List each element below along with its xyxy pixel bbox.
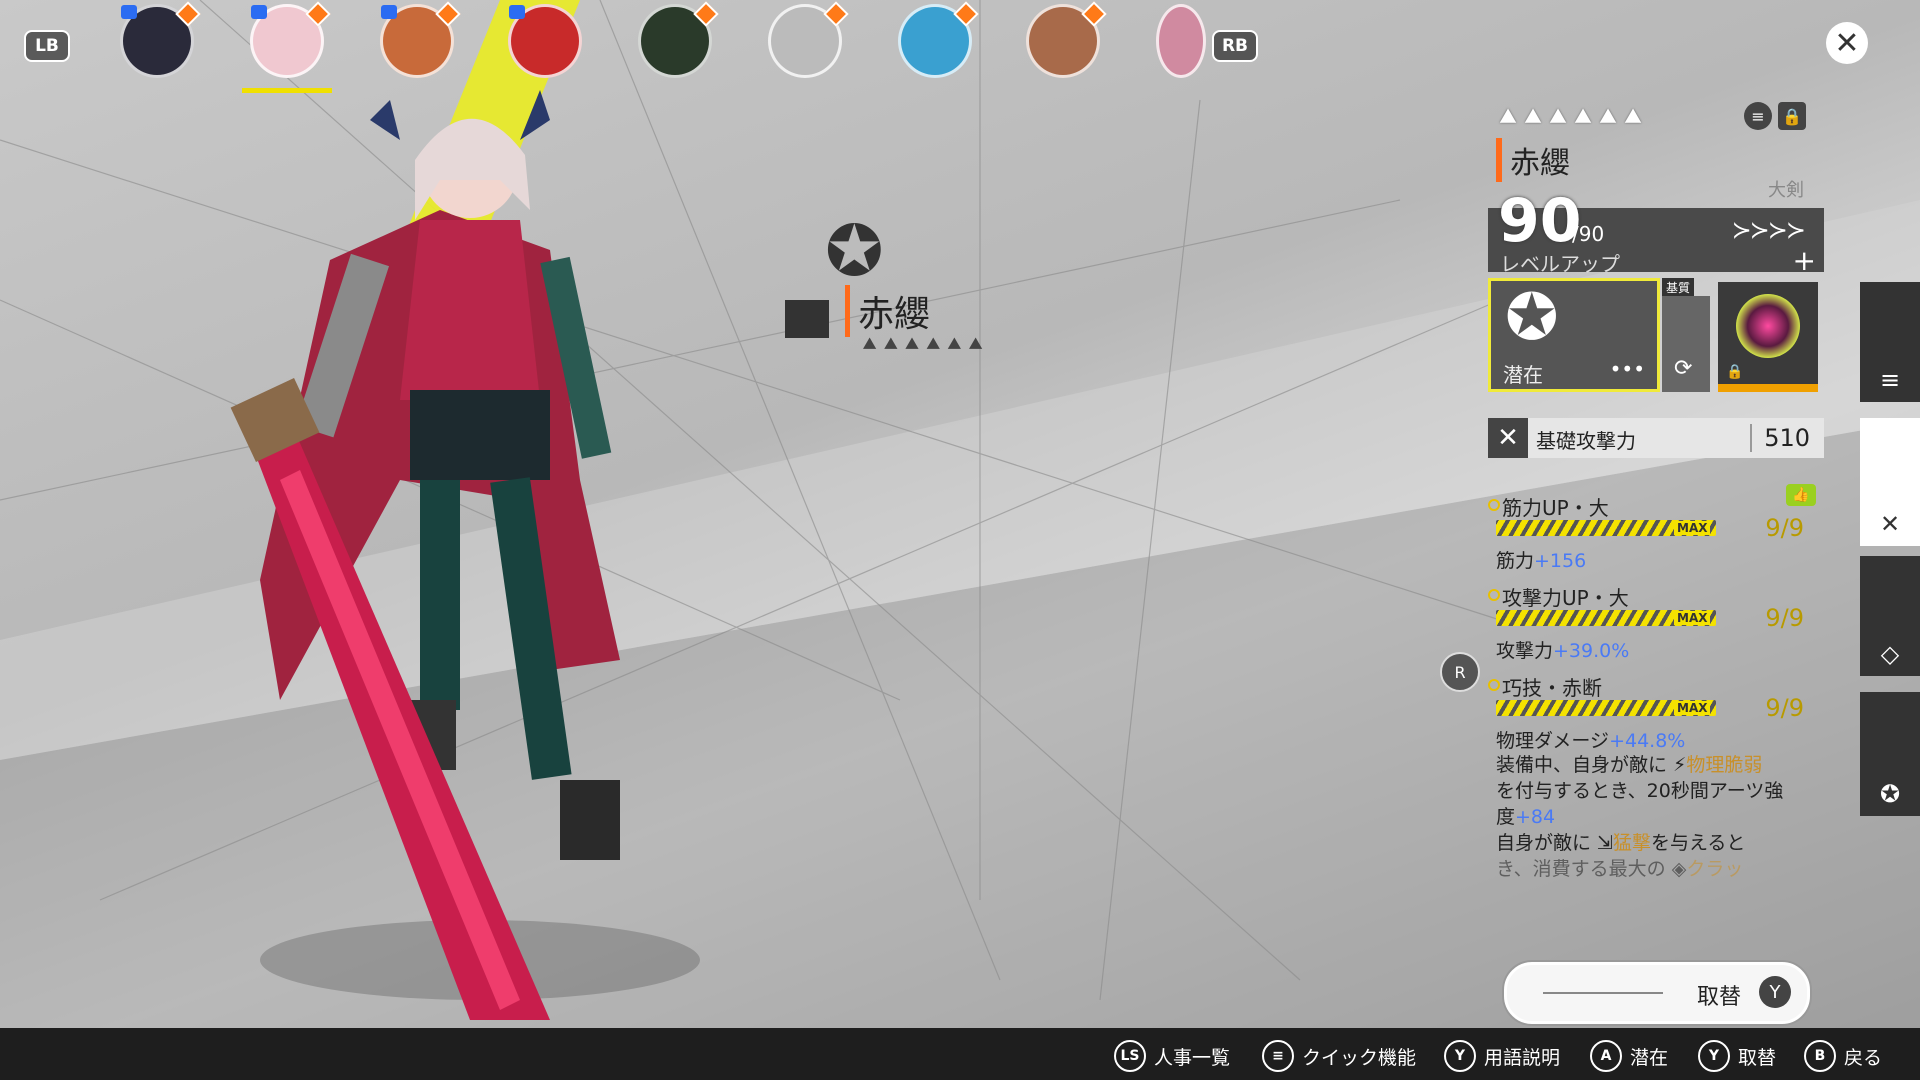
potential-label: 潜在 (1503, 363, 1543, 387)
weapon-type-label: 大剣 (1768, 180, 1804, 201)
hint-glossary[interactable]: Y 用語説明 (1444, 1040, 1560, 1072)
skill-title: 筋力UP・大 (1502, 496, 1609, 520)
max-badge: MAX (1674, 611, 1711, 625)
close-icon[interactable]: ✕ (1826, 22, 1868, 64)
breakthrough-icon: ≻≻≻≻ (1731, 216, 1806, 244)
base-attack-row: ✕ 基礎攻撃力 510 (1488, 418, 1824, 458)
bullet-icon (1488, 499, 1500, 511)
y-key-icon: Y (1444, 1040, 1476, 1072)
element-icon (823, 1, 849, 27)
potential-star-icon: ✪ (1505, 281, 1559, 355)
team-icon (251, 5, 267, 19)
element-icon (175, 1, 201, 27)
crossed-swords-icon: ✕ (1488, 418, 1528, 458)
essence-bar (1718, 384, 1818, 392)
y-key-icon: Y (1698, 1040, 1730, 1072)
weapon-type-icon (785, 300, 829, 338)
max-badge: MAX (1674, 521, 1711, 535)
hint-back[interactable]: B 戻る (1804, 1040, 1882, 1072)
menu-key-icon: ≡ (1262, 1040, 1294, 1072)
skill-count: 9/9 (1765, 694, 1804, 722)
a-key-icon: A (1590, 1040, 1622, 1072)
max-badge: MAX (1674, 701, 1711, 715)
level-max: /90 (1572, 222, 1605, 246)
base-tag: 基質 (1662, 278, 1695, 297)
level-up-label: レベルアップ (1500, 252, 1620, 276)
lock-icon: 🔒 (1726, 364, 1744, 380)
essence-orb-icon (1736, 294, 1800, 358)
weapon-icon: ✕ (1879, 510, 1901, 538)
more-icon[interactable]: ••• (1610, 357, 1645, 381)
element-icon (435, 1, 461, 27)
element-icon (305, 1, 331, 27)
tab-weapon[interactable]: ✕ (1860, 418, 1920, 546)
hint-potential[interactable]: A 潜在 (1590, 1040, 1668, 1072)
shield-icon: ◈ (1671, 858, 1687, 880)
team-icon (381, 5, 397, 19)
character-portrait-7[interactable] (898, 1, 979, 78)
lb-button[interactable]: LB (24, 30, 70, 62)
faction-star-icon: ✪ (825, 210, 884, 292)
ls-key-icon: LS (1114, 1040, 1146, 1072)
skill-stat: 物理ダメージ+44.8% (1496, 730, 1686, 752)
level-value: 90 (1498, 186, 1582, 256)
skill-stat: 攻撃力+39.0% (1496, 640, 1630, 662)
diamond-icon: ◇ (1880, 640, 1900, 668)
divider-line (1543, 992, 1663, 994)
star-icon: ✪ (1879, 780, 1901, 808)
swap-label: 取替 (1697, 985, 1742, 1010)
crush-icon: ⇲ (1597, 832, 1613, 854)
menu-icon[interactable]: ≡ (1744, 102, 1772, 130)
character-name: 赤纓 (1496, 138, 1570, 182)
team-icon (509, 5, 525, 19)
base-attack-value: 510 (1750, 424, 1810, 452)
b-key-icon: B (1804, 1040, 1836, 1072)
hint-swap[interactable]: Y 取替 (1698, 1040, 1776, 1072)
element-icon (1081, 1, 1107, 27)
thumbs-up-icon: 👍 (1786, 484, 1816, 506)
tab-gear[interactable]: ◇ (1860, 556, 1920, 676)
list-icon: ≡ (1879, 366, 1901, 394)
floating-rarity-stars: ⯅⯅⯅⯅⯅⯅ (860, 330, 988, 358)
swap-slot[interactable]: ⟳ (1662, 296, 1710, 392)
character-model (230, 90, 700, 1020)
bullet-icon (1488, 589, 1500, 601)
right-stick-icon: R (1440, 652, 1480, 692)
y-key-icon: Y (1759, 976, 1791, 1008)
team-icon (121, 5, 137, 19)
swap-button[interactable]: 取替 Y (1504, 962, 1810, 1024)
skill-description: 装備中、自身が敵に ⚡物理脆弱 を付与するとき、20秒間アーツ強 度+84 自身… (1496, 754, 1784, 880)
skill-count: 9/9 (1765, 514, 1804, 542)
character-portrait-8[interactable] (1026, 1, 1107, 78)
potential-slot[interactable]: ✪ 潜在 ••• (1488, 278, 1660, 392)
element-icon (953, 1, 979, 27)
control-hint-bar: LS 人事一覧 ≡ クイック機能 Y 用語説明 A 潜在 Y 取替 B 戻る (0, 1028, 1920, 1080)
plus-icon[interactable]: + (1793, 244, 1816, 277)
hint-quick[interactable]: ≡ クイック機能 (1262, 1040, 1416, 1072)
tab-potential[interactable]: ✪ (1860, 692, 1920, 816)
skill-title: 巧技・赤断 (1502, 676, 1602, 700)
rb-button[interactable]: RB (1212, 30, 1258, 62)
skill-stat: 筋力+156 (1496, 550, 1587, 572)
character-portrait-1[interactable] (120, 1, 201, 78)
character-portrait-9[interactable] (1156, 4, 1206, 78)
refresh-icon: ⟳ (1674, 356, 1693, 381)
skill-title: 攻撃力UP・大 (1502, 586, 1629, 610)
character-portrait-6[interactable] (768, 1, 849, 78)
character-detail-panel: ⯅⯅⯅⯅⯅⯅ ≡ 🔒 赤纓 大剣 90 /90 レベルアップ ≻≻≻≻ + ✪ … (1488, 100, 1824, 920)
skill-count: 9/9 (1765, 604, 1804, 632)
rarity-stars: ⯅⯅⯅⯅⯅⯅ (1496, 100, 1646, 135)
essence-slot[interactable]: 🔒 (1718, 282, 1818, 392)
lock-icon[interactable]: 🔒 (1778, 102, 1806, 130)
base-attack-label: 基礎攻撃力 (1536, 429, 1636, 453)
level-box[interactable]: 90 /90 レベルアップ ≻≻≻≻ + (1488, 186, 1824, 277)
vulnerability-icon: ⚡ (1673, 754, 1687, 776)
element-icon (693, 1, 719, 27)
hint-roster[interactable]: LS 人事一覧 (1114, 1040, 1230, 1072)
bullet-icon (1488, 679, 1500, 691)
tab-list[interactable]: ≡ (1860, 282, 1920, 402)
